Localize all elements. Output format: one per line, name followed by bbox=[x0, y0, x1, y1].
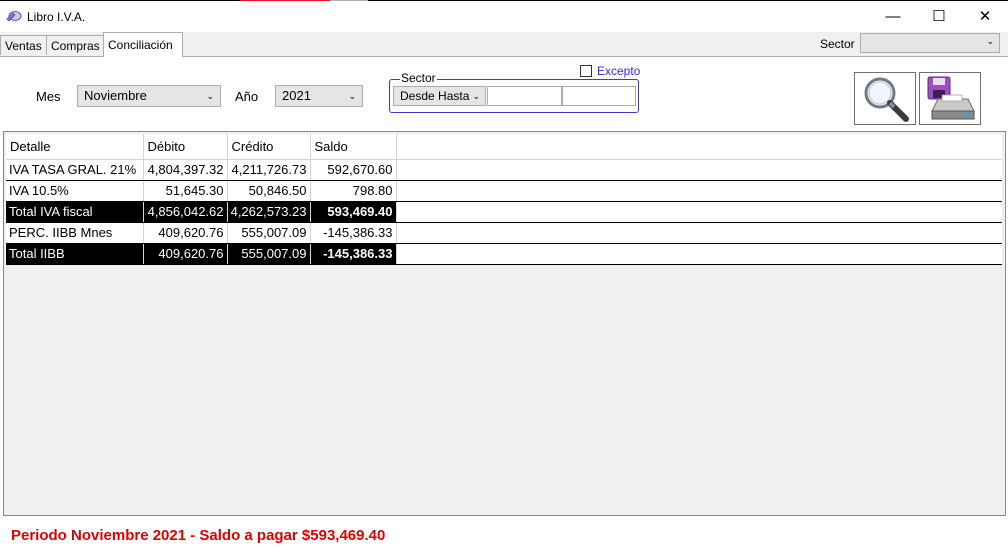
cell-credito: 4,262,573.23 bbox=[227, 201, 311, 223]
data-table: Detalle Débito Crédito Saldo IVA TASA GR… bbox=[6, 134, 1002, 265]
chevron-down-icon: ⌄ bbox=[986, 36, 994, 46]
cell-saldo: -145,386.33 bbox=[310, 222, 397, 244]
sector-hasta-input[interactable] bbox=[562, 86, 636, 106]
app-icon bbox=[6, 11, 22, 22]
desde-hasta-select[interactable]: Desde Hasta ⌄ bbox=[393, 86, 486, 106]
cell-detalle: IVA 10.5% bbox=[6, 180, 144, 202]
column-header-debito[interactable]: Débito bbox=[143, 134, 228, 160]
tab-compras[interactable]: Compras bbox=[46, 35, 104, 55]
cell-debito: 409,620.76 bbox=[143, 222, 228, 244]
anio-select[interactable]: 2021 ⌄ bbox=[275, 85, 363, 107]
table-row[interactable]: IVA 10.5% 51,645.30 50,846.50 798.80 bbox=[6, 180, 1002, 202]
cell-saldo: 593,469.40 bbox=[310, 201, 397, 223]
chevron-down-icon: ⌄ bbox=[206, 91, 214, 101]
cell-credito: 4,211,726.73 bbox=[227, 159, 311, 181]
cell-saldo: -145,386.33 bbox=[310, 243, 397, 265]
sector-label: Sector bbox=[820, 37, 855, 51]
column-header-detalle[interactable]: Detalle bbox=[6, 134, 144, 160]
table-row-total[interactable]: Total IVA fiscal 4,856,042.62 4,262,573.… bbox=[6, 201, 1002, 223]
cell-debito: 51,645.30 bbox=[143, 180, 228, 202]
cell-credito: 555,007.09 bbox=[227, 222, 311, 244]
tab-strip: Ventas Compras Conciliación Sector ⌄ bbox=[0, 32, 1008, 57]
maximize-button[interactable]: ☐ bbox=[916, 2, 962, 32]
minimize-button[interactable]: — bbox=[870, 2, 916, 32]
conciliacion-grid[interactable]: Detalle Débito Crédito Saldo IVA TASA GR… bbox=[3, 131, 1006, 516]
cell-credito: 50,846.50 bbox=[227, 180, 311, 202]
cell-saldo: 592,670.60 bbox=[310, 159, 397, 181]
tab-ventas[interactable]: Ventas bbox=[0, 35, 47, 55]
cell-detalle: PERC. IIBB Mnes bbox=[6, 222, 144, 244]
save-print-button[interactable] bbox=[919, 72, 981, 125]
chevron-down-icon: ⌄ bbox=[472, 91, 480, 101]
cell-saldo: 798.80 bbox=[310, 180, 397, 202]
table-header-row: Detalle Débito Crédito Saldo bbox=[6, 134, 1002, 160]
cell-filler bbox=[396, 222, 1002, 244]
title-bar[interactable]: Libro I.V.A. — ☐ ✕ bbox=[0, 1, 1008, 31]
sector-select[interactable]: ⌄ bbox=[860, 33, 1000, 53]
cell-credito: 555,007.09 bbox=[227, 243, 311, 265]
cell-detalle: Total IVA fiscal bbox=[6, 201, 144, 223]
save-print-icon bbox=[927, 76, 975, 120]
cell-detalle: Total IIBB bbox=[6, 243, 144, 265]
table-row[interactable]: PERC. IIBB Mnes 409,620.76 555,007.09 -1… bbox=[6, 222, 1002, 244]
table-row-total[interactable]: Total IIBB 409,620.76 555,007.09 -145,38… bbox=[6, 243, 1002, 265]
anio-label: Año bbox=[235, 89, 259, 104]
cell-filler bbox=[396, 180, 1002, 202]
desde-hasta-label: Desde Hasta bbox=[400, 89, 470, 103]
tab-conciliacion[interactable]: Conciliación bbox=[103, 32, 183, 57]
cell-filler bbox=[396, 159, 1002, 181]
cell-filler bbox=[396, 243, 1002, 265]
column-header-credito[interactable]: Crédito bbox=[227, 134, 311, 160]
cell-debito: 409,620.76 bbox=[143, 243, 228, 265]
anio-value: 2021 bbox=[282, 88, 311, 103]
cell-filler bbox=[396, 201, 1002, 223]
cell-debito: 4,804,397.32 bbox=[143, 159, 228, 181]
sector-group-label: Sector bbox=[400, 71, 437, 85]
column-header-filler bbox=[396, 134, 1002, 160]
cell-detalle: IVA TASA GRAL. 21% bbox=[6, 159, 144, 181]
cell-debito: 4,856,042.62 bbox=[143, 201, 228, 223]
window-title: Libro I.V.A. bbox=[27, 10, 86, 24]
filter-panel: Mes Noviembre ⌄ Año 2021 ⌄ Sector Desde … bbox=[0, 57, 1008, 130]
mes-label: Mes bbox=[36, 89, 61, 104]
search-button[interactable] bbox=[854, 72, 916, 125]
close-button[interactable]: ✕ bbox=[962, 2, 1008, 32]
sector-group: Sector Desde Hasta ⌄ bbox=[389, 71, 639, 113]
column-header-saldo[interactable]: Saldo bbox=[310, 134, 397, 160]
magnifier-icon bbox=[864, 77, 909, 122]
mes-select[interactable]: Noviembre ⌄ bbox=[77, 85, 221, 107]
status-message: Periodo Noviembre 2021 - Saldo a pagar $… bbox=[11, 527, 386, 544]
mes-value: Noviembre bbox=[84, 88, 147, 103]
table-row[interactable]: IVA TASA GRAL. 21% 4,804,397.32 4,211,72… bbox=[6, 159, 1002, 181]
excepto-label[interactable]: Excepto bbox=[597, 64, 640, 78]
excepto-checkbox[interactable] bbox=[580, 65, 592, 77]
sector-desde-input[interactable] bbox=[487, 86, 562, 106]
chevron-down-icon: ⌄ bbox=[348, 91, 356, 101]
